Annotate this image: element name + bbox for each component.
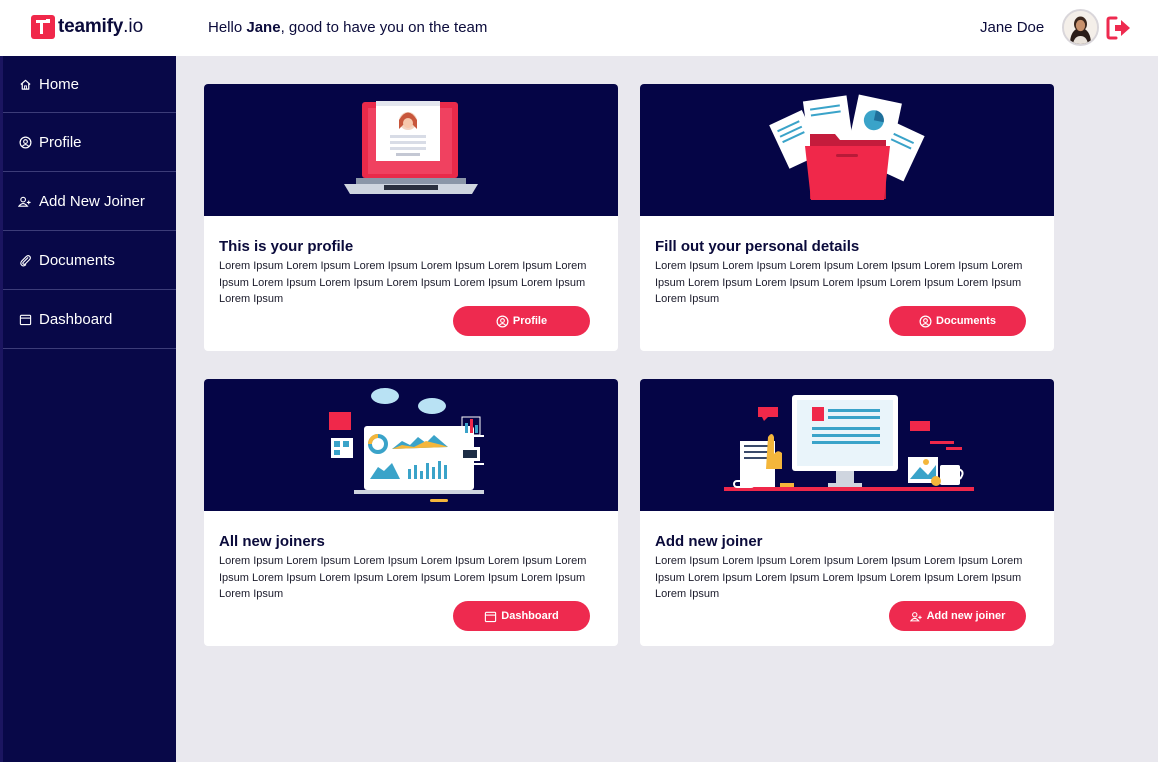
documents-folder-illustration (640, 84, 1054, 216)
card-title: All new joiners (219, 533, 325, 550)
brand-name: teamify (58, 16, 124, 37)
card-title: Add new joiner (655, 533, 763, 550)
card-title: This is your profile (219, 238, 354, 255)
card-title: Fill out your personal details (655, 238, 860, 255)
sidebar-item-home[interactable]: Home (3, 56, 176, 113)
sidebar-item-add-new-joiner[interactable]: Add New Joiner (3, 172, 176, 231)
card-description: Lorem Ipsum Lorem Ipsum Lorem Ipsum Lore… (219, 555, 587, 600)
top-header: teamify .io Hello Jane, good to have you … (0, 0, 1158, 56)
sidebar: Home Profile Add New Joiner Documents Da… (3, 56, 176, 762)
logout-icon[interactable] (1106, 15, 1132, 41)
card-add-new-joiner: Add new joiner Lorem Ipsum Lorem Ipsum L… (640, 379, 1054, 646)
card-description: Lorem Ipsum Lorem Ipsum Lorem Ipsum Lore… (219, 260, 587, 305)
button-label: Profile (512, 315, 548, 327)
sidebar-item-label: Dashboard (39, 310, 113, 328)
card-all-new-joiners: All new joiners Lorem Ipsum Lorem Ipsum … (204, 379, 618, 646)
avatar[interactable] (1062, 9, 1099, 46)
user-plus-icon (909, 610, 923, 623)
card-personal-details: Fill out your personal details Lorem Ips… (640, 84, 1054, 351)
greeting-suffix: , good to have you on the team (280, 19, 488, 36)
dashboard-button[interactable]: Dashboard (453, 601, 590, 631)
paperclip-icon (18, 253, 32, 267)
sidebar-item-label: Profile (39, 133, 82, 151)
user-plus-icon (18, 194, 32, 208)
button-label: Dashboard (501, 610, 559, 622)
greeting-text: Hello Jane, good to have you on the team (208, 19, 487, 36)
brand-tld: .io (123, 16, 144, 37)
calendar-icon (18, 312, 32, 326)
sidebar-item-profile[interactable]: Profile (3, 113, 176, 172)
card-description: Lorem Ipsum Lorem Ipsum Lorem Ipsum Lore… (655, 555, 1023, 600)
documents-button[interactable]: Documents (889, 306, 1026, 336)
user-circle-icon (496, 315, 509, 328)
laptop-profile-illustration (204, 84, 618, 216)
brand-logo-link[interactable]: teamify .io (31, 15, 143, 39)
card-profile: This is your profile Lorem Ipsum Lorem I… (204, 84, 618, 351)
teamify-logo-icon (31, 15, 55, 39)
greeting-prefix: Hello (208, 19, 247, 36)
card-description: Lorem Ipsum Lorem Ipsum Lorem Ipsum Lore… (655, 260, 1023, 305)
user-circle-icon (919, 315, 932, 328)
sidebar-item-label: Home (39, 75, 80, 93)
calendar-icon (484, 610, 497, 623)
sidebar-item-documents[interactable]: Documents (3, 231, 176, 290)
desk-computer-illustration (640, 379, 1054, 511)
sidebar-item-dashboard[interactable]: Dashboard (3, 290, 176, 349)
greeting-name: Jane (246, 19, 281, 36)
button-label: Add new joiner (926, 610, 1006, 622)
button-label: Documents (936, 315, 996, 327)
avatar-image (1064, 11, 1097, 44)
profile-button[interactable]: Profile (453, 306, 590, 336)
user-name: Jane Doe (980, 19, 1045, 36)
sidebar-item-label: Documents (39, 251, 115, 269)
analytics-laptop-illustration (204, 379, 618, 511)
home-icon (18, 77, 32, 91)
add-new-joiner-button[interactable]: Add new joiner (889, 601, 1026, 631)
sidebar-item-label: Add New Joiner (39, 192, 145, 210)
user-circle-icon (18, 135, 32, 149)
